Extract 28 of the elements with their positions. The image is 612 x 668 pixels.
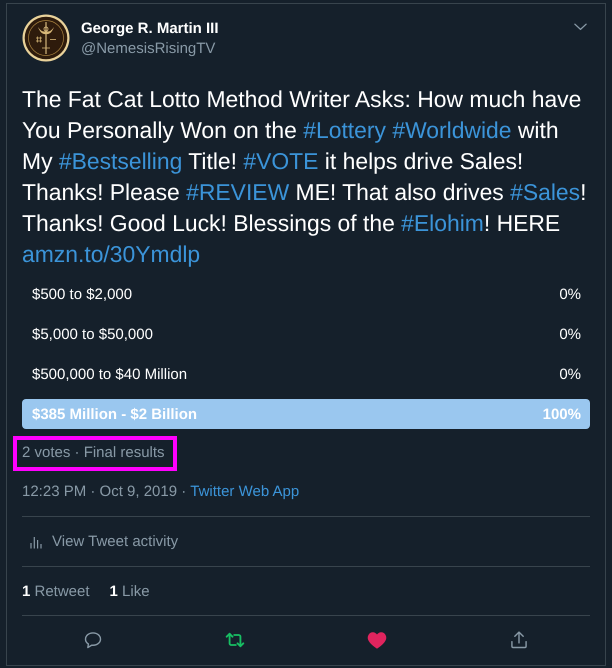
retweet-icon[interactable]: [225, 630, 245, 650]
author-name[interactable]: George R. Martin III: [81, 20, 219, 38]
reply-icon[interactable]: [83, 630, 103, 650]
share-icon[interactable]: [509, 630, 529, 650]
poll-summary: 2 votes · Final results: [22, 444, 165, 461]
hashtag-link[interactable]: #Worldwide: [392, 117, 512, 143]
tweet-activity-link[interactable]: View Tweet activity: [52, 533, 178, 550]
url-link[interactable]: amzn.to/30Ymdlp: [22, 241, 200, 267]
hashtag-link[interactable]: #VOTE: [243, 148, 318, 174]
author-handle[interactable]: @NemesisRisingTV: [81, 40, 219, 58]
avatar-emblem-icon[interactable]: [22, 14, 70, 62]
poll-option: $500 to $2,000 0%: [22, 279, 590, 309]
engagement-count-link[interactable]: 1 Retweet: [22, 582, 90, 600]
source-link[interactable]: Twitter Web App: [190, 482, 300, 502]
tweet-text: The Fat Cat Lotto Method Writer Asks: How much have You Personally Won on the #Lottery #Worldwide with My #Bestselling Title! #VOTE it helps drive Sales! Thanks! Please #REVIEW ME! That also drives #Sales! Thanks! Good Luck! Blessings of the #Elohim! HERE amzn.to/30Ymdlp: [22, 85, 588, 269]
hashtag-link[interactable]: #Elohim: [401, 210, 484, 236]
bar-chart-icon[interactable]: [30, 534, 42, 548]
heart-icon[interactable]: [367, 630, 387, 650]
hashtag-link[interactable]: #REVIEW: [186, 179, 290, 205]
poll-option: $385 Million - $2 Billion 100%: [22, 399, 590, 429]
poll-option: $5,000 to $50,000 0%: [22, 319, 590, 349]
engagement-count-link[interactable]: 1 Like: [110, 582, 150, 600]
hashtag-link[interactable]: #Sales: [510, 179, 580, 205]
tweet-timestamp[interactable]: 12:23 PM · Oct 9, 2019 ·: [22, 482, 186, 502]
hashtag-link[interactable]: #Bestselling: [58, 148, 182, 174]
poll-option: $500,000 to $40 Million 0%: [22, 359, 590, 389]
caret-icon[interactable]: [574, 23, 587, 31]
hashtag-link[interactable]: #Lottery: [303, 117, 386, 143]
